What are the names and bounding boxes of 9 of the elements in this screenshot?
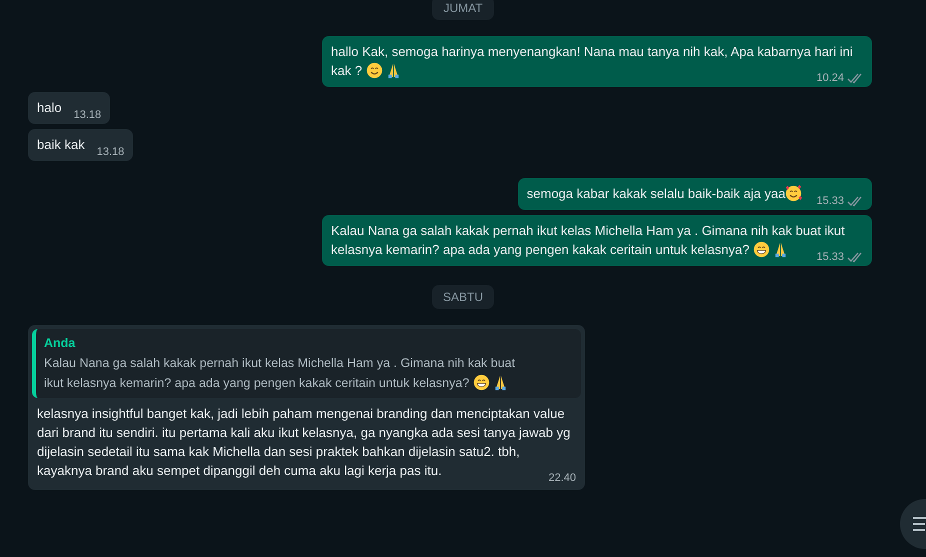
quote-author: Anda	[44, 335, 76, 352]
smiling-face-with-hearts-icon	[785, 185, 802, 202]
grinning-face-icon	[753, 241, 770, 258]
date-label: SABTU	[432, 285, 494, 309]
date-label: JUMAT	[432, 0, 494, 20]
quoted-message[interactable]: Anda Kalau Nana ga salah kakak pernah ikut kelas Michella Ham ya . Gimana nih kak buat ikut kelasnya kemarin? apa ada yang pengen kakak ceritain untuk kelasnya?	[32, 329, 581, 398]
smiling-face-icon	[366, 62, 383, 79]
quoted-text: Kalau Nana ga salah kakak pernah ikut kelas Michella Ham ya . Gimana nih kak buat ikut kelasnya kemarin? apa ada yang pengen kakak ceritain untuk kelasnya?	[44, 355, 516, 393]
grinning-face-icon	[472, 374, 490, 391]
